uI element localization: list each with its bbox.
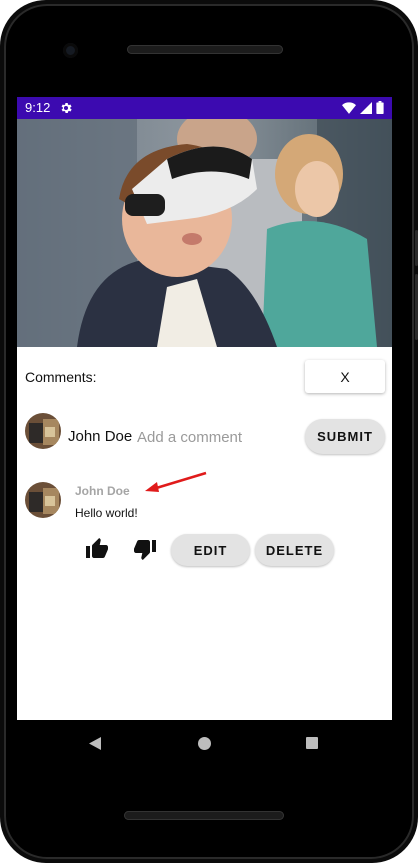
home-icon[interactable] <box>198 737 211 750</box>
navigation-bar <box>17 720 392 766</box>
close-comments-button[interactable]: X <box>305 360 385 393</box>
status-bar: 9:12 <box>17 97 392 119</box>
thumbs-down-icon[interactable] <box>133 537 157 561</box>
status-icons <box>342 101 384 114</box>
avatar-image <box>25 413 61 449</box>
wifi-icon <box>342 101 356 114</box>
comment-author: John Doe <box>75 484 130 498</box>
composer-avatar <box>25 413 61 449</box>
back-icon[interactable] <box>89 737 101 750</box>
delete-comment-button[interactable]: DELETE <box>255 534 334 566</box>
comment-input[interactable] <box>135 424 299 450</box>
comments-label: Comments: <box>25 369 97 385</box>
composer-user-name: John Doe <box>68 428 133 445</box>
hero-image <box>17 119 392 347</box>
thumbs-up-icon[interactable] <box>85 537 109 561</box>
vr-headset-photo <box>17 119 392 347</box>
recents-icon[interactable] <box>306 737 318 749</box>
signal-icon <box>360 101 372 114</box>
battery-icon <box>376 101 384 114</box>
device-frame: 9:12 Comments: X John Doe Add a comment … <box>0 0 418 863</box>
status-time: 9:12 <box>25 100 51 115</box>
gear-icon <box>61 102 72 114</box>
app-screen: 9:12 Comments: X John Doe Add a comment … <box>17 97 392 720</box>
submit-button[interactable]: SUBMIT <box>305 419 385 454</box>
comment-text: Hello world! <box>75 506 138 520</box>
annotation-arrow-icon <box>145 471 207 492</box>
bottom-speaker <box>124 811 284 820</box>
earpiece-speaker <box>127 45 283 54</box>
comment-avatar <box>25 482 61 518</box>
front-camera <box>63 43 78 58</box>
avatar-image <box>25 482 61 518</box>
edit-comment-button[interactable]: EDIT <box>171 534 250 566</box>
comments-header: Comments: X <box>17 347 392 397</box>
